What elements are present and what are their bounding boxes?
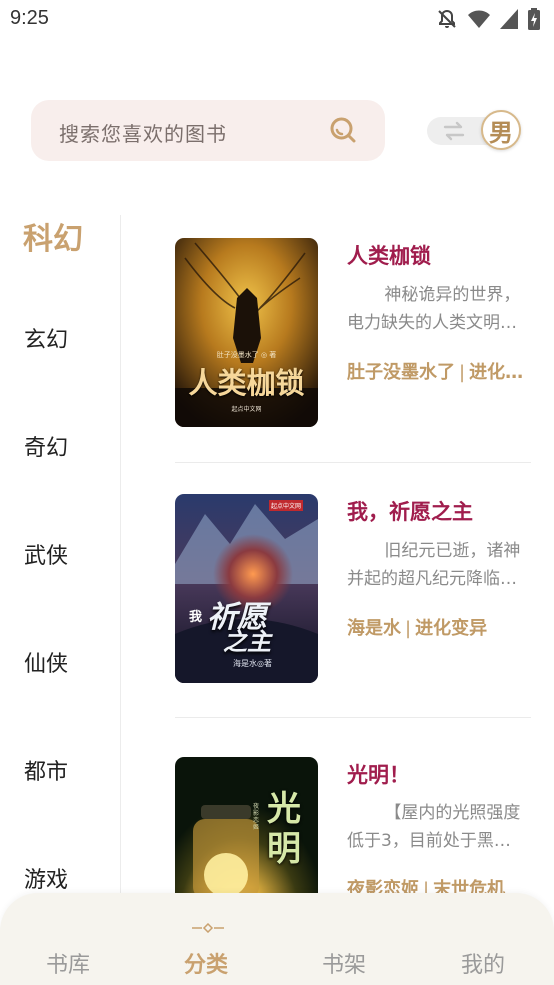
search-input[interactable]: 搜索您喜欢的图书 (31, 100, 385, 161)
status-icons (436, 8, 540, 30)
cover-title-3: 之主 (223, 627, 271, 656)
cover-author: 夜影恋姬 (253, 803, 260, 831)
book-desc-line1: 【屋内的光照强度 (384, 803, 521, 823)
mute-bell-icon (436, 8, 458, 30)
book-description: 旧纪元已逝，诸神 并起的超凡纪元降临… (347, 537, 533, 593)
book-title[interactable]: 光明！ (347, 759, 410, 789)
swap-icon (443, 121, 465, 145)
category-item[interactable]: 武侠 (24, 538, 68, 570)
nav-active-ornament-icon (190, 918, 226, 937)
gender-label[interactable]: 男 (481, 110, 521, 150)
book-item[interactable]: 起点中文网 我 祈愿 之主 海是水◎著 我，祈愿之主 旧纪元已逝，诸神 并起的超… (175, 494, 531, 684)
search-icon[interactable] (329, 116, 357, 148)
cover-badge: 起点中文网 (269, 500, 304, 511)
nav-tab-mine[interactable]: 我的 (461, 947, 505, 979)
category-item[interactable]: 游戏 (24, 862, 68, 894)
book-description: 神秘诡异的世界， 电力缺失的人类文明… (347, 281, 533, 337)
category-sidebar: 科幻 玄幻 奇幻 武侠 仙侠 都市 游戏 (0, 210, 120, 900)
category-item-active[interactable]: 科幻 (23, 214, 83, 258)
book-item[interactable]: 肚子没墨水了 ◎ 著 人类枷锁 起点中文网 人类枷锁 神秘诡异的世界， 电力缺失… (175, 238, 531, 428)
book-desc-line2: 并起的超凡纪元降临… (347, 569, 517, 589)
row-divider (175, 717, 531, 718)
nav-tab-category[interactable]: 分类 (184, 947, 228, 979)
category-item[interactable]: 奇幻 (24, 430, 68, 462)
wifi-icon (468, 9, 490, 29)
search-placeholder: 搜索您喜欢的图书 (59, 122, 227, 146)
book-author: 夜影恋姬 (347, 879, 419, 893)
nav-tab-library[interactable]: 书库 (46, 947, 90, 979)
book-title[interactable]: 人类枷锁 (347, 240, 431, 270)
book-cover[interactable]: 肚子没墨水了 ◎ 著 人类枷锁 起点中文网 (175, 238, 318, 427)
battery-icon (528, 8, 540, 30)
cover-title: 人类枷锁 (188, 366, 305, 400)
book-author: 肚子没墨水了 (347, 362, 455, 383)
book-title[interactable]: 我，祈愿之主 (347, 496, 473, 526)
cover-author: 海是水◎著 (233, 659, 272, 668)
book-desc-line1: 旧纪元已逝，诸神 (384, 541, 521, 561)
gender-toggle[interactable]: 男 (427, 110, 523, 152)
book-cover[interactable]: 光明 夜影恋姬 (175, 757, 318, 893)
category-item[interactable]: 仙侠 (24, 646, 68, 678)
cover-badge: 起点中文网 (231, 406, 262, 413)
book-desc-line1: 神秘诡异的世界， (384, 285, 521, 305)
book-description: 【屋内的光照强度 低于3，目前处于黑… (347, 799, 531, 855)
row-divider (175, 462, 531, 463)
book-author: 海是水 (347, 618, 401, 639)
cover-title-1: 我 (189, 610, 203, 625)
book-meta: 海是水 | 进化变异 (347, 618, 488, 639)
category-item[interactable]: 都市 (24, 754, 68, 786)
signal-icon (500, 9, 518, 29)
book-tag: 进化… (469, 362, 524, 383)
bottom-nav: 书库 分类 书架 我的 (0, 893, 554, 985)
book-desc-line2: 低于3，目前处于黑… (347, 831, 511, 851)
status-bar: 9:25 (0, 0, 554, 38)
nav-tab-bookshelf[interactable]: 书架 (322, 947, 366, 979)
book-cover[interactable]: 起点中文网 我 祈愿 之主 海是水◎著 (175, 494, 318, 683)
cover-author: 肚子没墨水了 ◎ 著 (216, 351, 277, 359)
category-item[interactable]: 玄幻 (24, 322, 68, 354)
book-meta: 肚子没墨水了 | 进化… (347, 362, 524, 383)
sidebar-divider (120, 215, 121, 895)
status-time: 9:25 (10, 7, 49, 29)
book-desc-line2: 电力缺失的人类文明… (347, 313, 517, 333)
book-item[interactable]: 光明 夜影恋姬 光明！ 【屋内的光照强度 低于3，目前处于黑… 夜影恋姬 | 末世危… (175, 757, 531, 893)
cover-title: 光明 (267, 789, 301, 869)
book-tag: 末世危机 (433, 879, 506, 893)
book-meta: 夜影恋姬 | 末世危机 (347, 875, 531, 893)
book-tag: 进化变异 (415, 618, 488, 639)
